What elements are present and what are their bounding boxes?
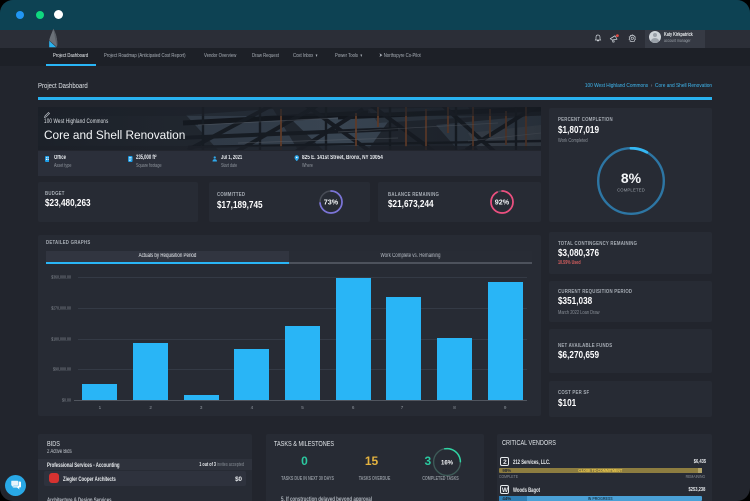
svg-text:COMPLETED: COMPLETED [617,188,645,193]
svg-text:73%: 73% [324,198,339,207]
svg-text:16%: 16% [441,461,454,467]
svg-text:8%: 8% [621,170,642,186]
svg-text:92%: 92% [495,198,510,207]
